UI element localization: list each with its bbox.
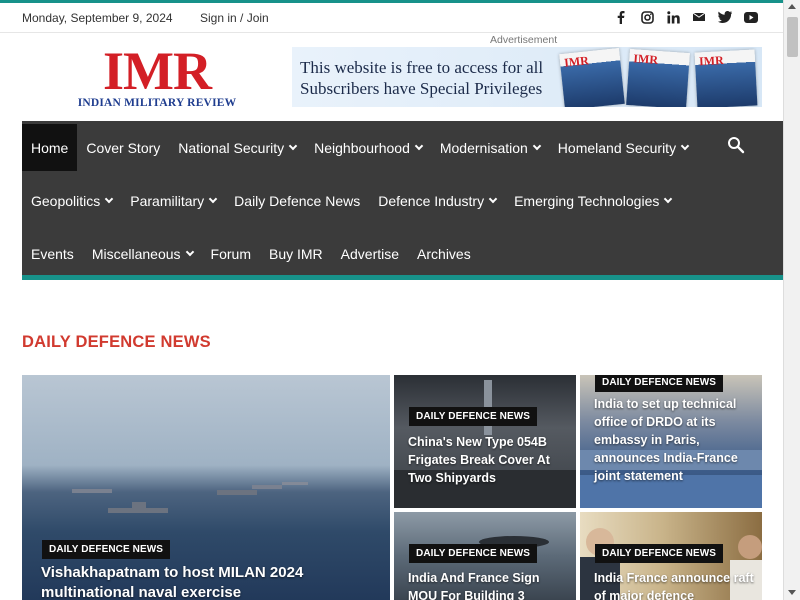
ad-line-1: This website is free to access for all [300,58,544,77]
nav-item-emerging-technologies[interactable]: Emerging Technologies [505,177,680,224]
nav-item-forum[interactable]: Forum [202,230,260,277]
nav-item-defence-industry[interactable]: Defence Industry [369,177,505,224]
nav-item-buy-imr[interactable]: Buy IMR [260,230,332,277]
magazine-cover-image: IMR [694,49,758,107]
search-icon[interactable] [727,136,745,154]
current-date: Monday, September 9, 2024 [22,11,173,25]
linkedin-icon[interactable] [666,8,680,26]
page-scrollbar[interactable] [783,0,800,600]
header-ad-banner[interactable]: This website is free to access for all S… [292,47,762,107]
chevron-down-icon [488,194,498,203]
ad-line-2: Subscribers have Special Privileges [300,79,543,98]
instagram-icon[interactable] [640,8,654,26]
social-links [614,8,758,26]
news-card[interactable]: DAILY DEFENCE NEWS India And France Sign… [394,512,576,600]
card-category-badge[interactable]: DAILY DEFENCE NEWS [595,375,724,392]
news-card[interactable]: DAILY DEFENCE NEWS China's New Type 054B… [394,375,576,508]
card-title[interactable]: India France announce raft of major defe… [594,569,754,600]
nav-row-3: Events Miscellaneous Forum Buy IMR Adver… [22,227,783,280]
nav-item-home[interactable]: Home [22,124,78,171]
chevron-down-icon [288,141,298,150]
advertisement-label: Advertisement [490,34,558,46]
chevron-down-icon [185,247,194,256]
card-title[interactable]: India And France Sign MOU For Building 3 [408,569,568,600]
magazine-cover-image: IMR [559,48,625,107]
nav-item-archives[interactable]: Archives [408,230,480,277]
scrollbar-thumb[interactable] [787,17,798,57]
chevron-down-icon [664,194,673,203]
nav-item-neighbourhood[interactable]: Neighbourhood [305,124,431,171]
chevron-down-icon [532,141,542,150]
twitter-icon[interactable] [718,8,732,26]
chevron-down-icon [414,141,424,150]
news-card-featured[interactable]: DAILY DEFENCE NEWS Vishakhapatnam to hos… [22,375,390,600]
card-title[interactable]: India to set up technical office of DRDO… [594,395,754,485]
nav-item-daily-defence-news[interactable]: Daily Defence News [225,177,369,224]
nav-item-modernisation[interactable]: Modernisation [431,124,549,171]
nav-item-national-security[interactable]: National Security [169,124,305,171]
nav-item-cover-story[interactable]: Cover Story [77,124,169,171]
site-header: IMR INDIAN MILITARY REVIEW Advertisement… [0,34,783,121]
card-title[interactable]: Vishakhapatnam to host MILAN 2024 multin… [41,563,371,600]
site-logo[interactable]: IMR INDIAN MILITARY REVIEW [62,41,252,109]
youtube-icon[interactable] [744,8,758,26]
facebook-icon[interactable] [614,8,628,26]
nav-item-geopolitics[interactable]: Geopolitics [22,177,121,224]
chevron-down-icon [105,194,114,203]
nav-row-1: Home Cover Story National Security Neigh… [22,121,783,174]
chevron-down-icon [680,141,690,150]
section-title: DAILY DEFENCE NEWS [22,333,211,351]
card-title[interactable]: China's New Type 054B Frigates Break Cov… [408,433,568,487]
top-bar: Monday, September 9, 2024 Sign in / Join [0,3,783,33]
mail-icon[interactable] [692,8,706,26]
news-card[interactable]: DAILY DEFENCE NEWS India France announce… [580,512,762,600]
scroll-up-arrow-icon[interactable] [788,4,796,9]
nav-item-paramilitary[interactable]: Paramilitary [121,177,225,224]
nav-item-advertise[interactable]: Advertise [332,230,408,277]
logo-subtitle: INDIAN MILITARY REVIEW [77,97,237,109]
card-category-badge[interactable]: DAILY DEFENCE NEWS [409,544,538,563]
chevron-down-icon [208,194,218,203]
news-card[interactable]: DAILY DEFENCE NEWS India to set up techn… [580,375,762,508]
magazine-cover-image: IMR [626,48,690,107]
nav-item-miscellaneous[interactable]: Miscellaneous [83,230,202,277]
nav-item-events[interactable]: Events [22,230,83,277]
card-category-badge[interactable]: DAILY DEFENCE NEWS [409,407,538,426]
nav-item-homeland-security[interactable]: Homeland Security [549,124,697,171]
scroll-down-arrow-icon[interactable] [788,590,796,595]
card-category-badge[interactable]: DAILY DEFENCE NEWS [595,544,724,563]
signin-link[interactable]: Sign in / Join [200,11,269,25]
card-category-badge[interactable]: DAILY DEFENCE NEWS [42,540,171,559]
main-navigation: Home Cover Story National Security Neigh… [22,121,783,280]
logo-main-text: IMR [103,41,212,101]
nav-row-2: Geopolitics Paramilitary Daily Defence N… [22,174,783,227]
